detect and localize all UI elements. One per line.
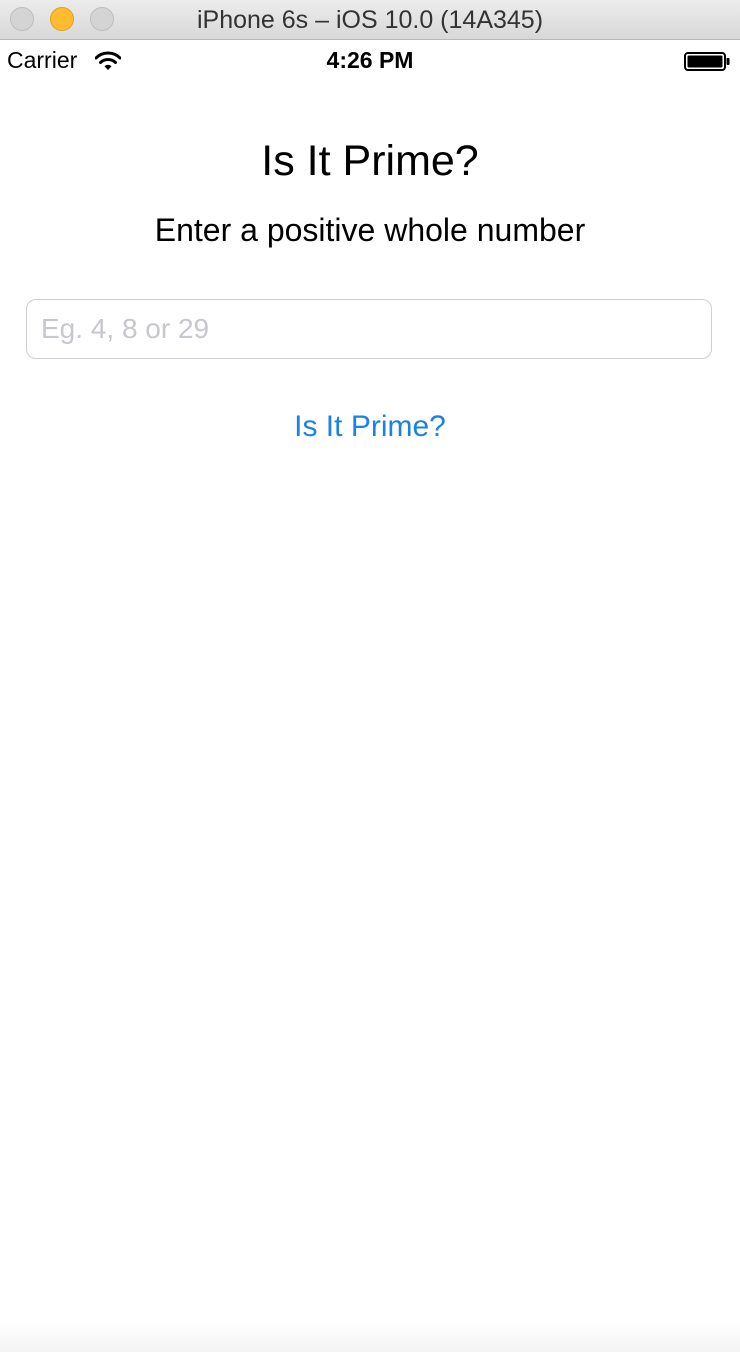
number-input[interactable] (26, 299, 712, 359)
simulator-title-bar: iPhone 6s – iOS 10.0 (14A345) (0, 0, 740, 40)
app-title: Is It Prime? (261, 137, 479, 185)
wifi-icon (95, 51, 121, 70)
window-title: iPhone 6s – iOS 10.0 (14A345) (196, 6, 544, 34)
ios-status-bar: Carrier 4:26 PM (0, 41, 740, 81)
is-it-prime-button[interactable]: Is It Prime? (220, 404, 520, 450)
bottom-edge-shadow (0, 1322, 740, 1352)
carrier-label: Carrier (7, 47, 78, 73)
instructions-label: Enter a positive whole number (154, 212, 586, 248)
battery-icon (684, 52, 730, 71)
